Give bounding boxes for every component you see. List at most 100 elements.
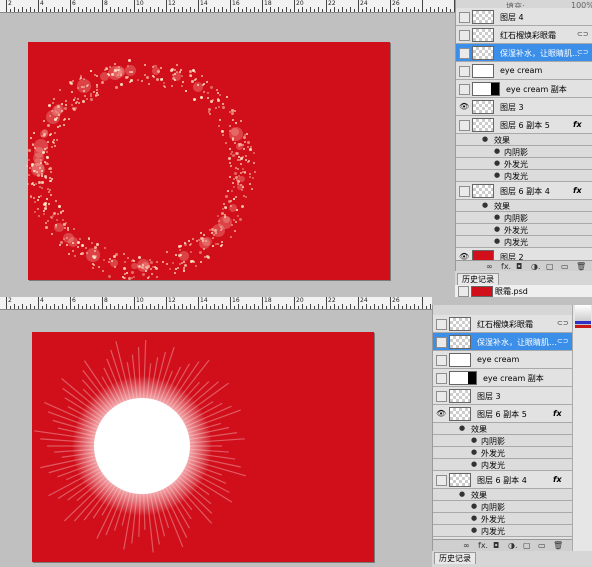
new-group-icon[interactable]: ▢ <box>523 541 531 550</box>
history-tab[interactable]: 历史记录 <box>457 273 499 285</box>
visibility-toggle[interactable] <box>459 48 470 59</box>
effect-eye-icon[interactable]: ● <box>471 526 477 534</box>
trash-icon[interactable]: 🗑 <box>576 262 586 271</box>
effect-eye-icon[interactable]: ● <box>494 147 500 155</box>
layer-row[interactable]: eye cream 副本 <box>433 369 573 387</box>
effect-eye-icon[interactable]: ● <box>494 171 500 179</box>
layer-effect-row[interactable]: ● 外发光 <box>456 224 592 236</box>
layer-effect-row[interactable]: ● 效果 <box>433 489 573 501</box>
layer-effect-row[interactable]: ● 外发光 <box>433 513 573 525</box>
history-item[interactable]: 眼霜.psd <box>455 285 592 297</box>
layer-row[interactable]: 图层 6 副本 5 fx <box>456 116 592 134</box>
visibility-toggle[interactable] <box>459 120 470 131</box>
visibility-toggle[interactable] <box>459 84 470 95</box>
effect-eye-icon[interactable]: ● <box>494 159 500 167</box>
layer-row[interactable]: 红石榴焕彩眼霜 ⊂⊃ <box>433 315 573 333</box>
fx-icon[interactable]: fx <box>553 475 562 484</box>
visibility-toggle[interactable] <box>459 186 470 197</box>
ruler-tick <box>382 304 383 309</box>
effect-eye-icon[interactable]: ● <box>471 514 477 522</box>
add-mask-icon[interactable]: ◘ <box>493 541 499 550</box>
effect-eye-icon[interactable]: ● <box>471 448 477 456</box>
new-layer-icon[interactable]: ▭ <box>561 262 569 271</box>
visibility-toggle[interactable] <box>436 319 447 330</box>
layer-effect-row[interactable]: ● 内发光 <box>456 170 592 182</box>
sparkle-dot <box>229 236 232 239</box>
sparkle-dot <box>48 191 51 194</box>
add-style-icon[interactable]: fx. <box>478 541 488 550</box>
add-mask-icon[interactable]: ◘ <box>516 262 522 271</box>
visibility-toggle[interactable] <box>436 373 447 384</box>
layer-effect-row[interactable]: ● 内发光 <box>433 525 573 537</box>
visibility-toggle[interactable] <box>436 337 447 348</box>
ruler-tick <box>358 297 359 309</box>
trash-icon[interactable]: 🗑 <box>553 541 563 550</box>
layer-row[interactable]: 👁 图层 3 <box>456 98 592 116</box>
layer-effect-row[interactable]: ● 内阴影 <box>433 501 573 513</box>
layer-row[interactable]: 图层 6 副本 4 fx <box>456 182 592 200</box>
eye-visibility-icon[interactable]: 👁 <box>459 102 469 111</box>
effects-eye-icon[interactable]: ● <box>459 490 465 498</box>
effect-eye-icon[interactable]: ● <box>471 460 477 468</box>
ruler-tick <box>122 306 123 309</box>
effects-eye-icon[interactable]: ● <box>482 135 488 143</box>
layer-row[interactable]: eye cream <box>433 351 573 369</box>
adjustment-layer-icon[interactable]: ◑. <box>508 541 518 550</box>
visibility-toggle[interactable] <box>436 355 447 366</box>
fx-icon[interactable]: fx <box>553 409 562 418</box>
sparkle-dot <box>73 97 76 100</box>
visibility-toggle[interactable] <box>459 66 470 77</box>
sparkle-dot <box>233 197 236 200</box>
layer-row[interactable]: 👁 图层 6 副本 5 fx <box>433 405 573 423</box>
history-tab-bottom[interactable]: 历史记录 <box>434 552 476 564</box>
layer-effect-row[interactable]: ● 外发光 <box>456 158 592 170</box>
sparkle-dot <box>192 237 195 240</box>
layer-row[interactable]: 图层 3 <box>433 387 573 405</box>
layer-effect-row[interactable]: ● 外发光 <box>433 447 573 459</box>
effect-eye-icon[interactable]: ● <box>471 502 477 510</box>
layer-row[interactable]: 保湿补水，让眼睛肌… ⊂⊃ <box>433 333 573 351</box>
ruler-tick <box>206 304 207 309</box>
layers-scrollbar[interactable] <box>572 305 592 551</box>
new-layer-icon[interactable]: ▭ <box>538 541 546 550</box>
layer-effect-row[interactable]: ● 内阴影 <box>433 435 573 447</box>
link-layers-icon[interactable]: ∞ <box>463 541 470 550</box>
layer-effect-row[interactable]: ● 内发光 <box>433 459 573 471</box>
layer-effect-row[interactable]: ● 效果 <box>456 200 592 212</box>
visibility-toggle[interactable] <box>436 475 447 486</box>
layer-effect-row[interactable]: ● 效果 <box>433 423 573 435</box>
layer-effect-row[interactable]: ● 效果 <box>456 134 592 146</box>
history-checkbox[interactable] <box>458 286 469 297</box>
fx-icon[interactable]: fx <box>573 120 582 129</box>
layer-row[interactable]: 图层 4 <box>456 8 592 26</box>
layer-row[interactable]: 红石榴焕彩眼霜 ⊂⊃ <box>456 26 592 44</box>
layer-row[interactable]: 图层 6 副本 4 fx <box>433 471 573 489</box>
effects-eye-icon[interactable]: ● <box>482 201 488 209</box>
ruler-tick <box>378 306 379 309</box>
sparkle-dot <box>63 107 67 111</box>
layer-row[interactable]: 保湿补水，让眼睛肌… ⊂⊃ <box>456 44 592 62</box>
effect-eye-icon[interactable]: ● <box>494 213 500 221</box>
eye-visibility-icon[interactable]: 👁 <box>436 409 446 418</box>
layer-row[interactable]: eye cream 副本 <box>456 80 592 98</box>
visibility-toggle[interactable] <box>459 12 470 23</box>
visibility-toggle[interactable] <box>459 30 470 41</box>
adjustment-layer-icon[interactable]: ◑. <box>531 262 541 271</box>
sparkle-dot <box>84 94 87 97</box>
effect-eye-icon[interactable]: ● <box>494 237 500 245</box>
ruler-tick <box>6 297 7 309</box>
layer-effect-row[interactable]: ● 内阴影 <box>456 212 592 224</box>
effect-label: 外发光 <box>504 226 528 235</box>
effect-eye-icon[interactable]: ● <box>494 225 500 233</box>
effect-eye-icon[interactable]: ● <box>471 436 477 444</box>
link-layers-icon[interactable]: ∞ <box>486 262 493 271</box>
effects-eye-icon[interactable]: ● <box>459 424 465 432</box>
layer-row[interactable]: eye cream <box>456 62 592 80</box>
visibility-toggle[interactable] <box>436 391 447 402</box>
new-group-icon[interactable]: ▢ <box>546 262 554 271</box>
add-style-icon[interactable]: fx. <box>501 262 511 271</box>
fx-icon[interactable]: fx <box>573 186 582 195</box>
ruler-tick <box>74 9 75 12</box>
layer-effect-row[interactable]: ● 内发光 <box>456 236 592 248</box>
layer-effect-row[interactable]: ● 内阴影 <box>456 146 592 158</box>
